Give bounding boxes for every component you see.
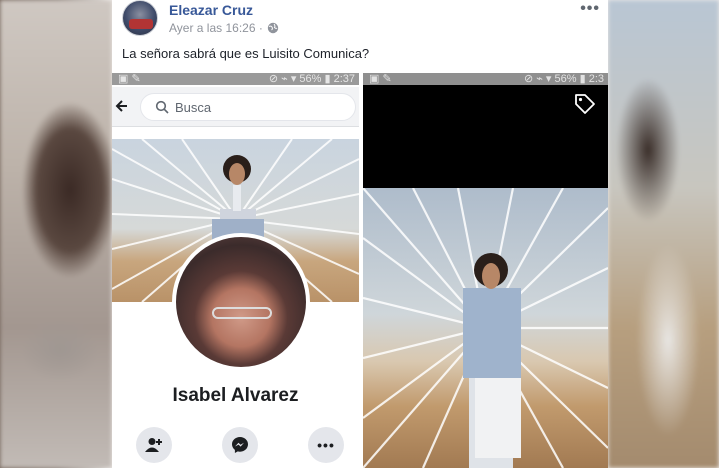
facebook-post: Eleazar Cruz Ayer a las 16:26 · ••• La s… bbox=[112, 0, 608, 468]
tag-icon[interactable] bbox=[574, 93, 596, 115]
message-button[interactable] bbox=[222, 427, 258, 463]
photo-burst-lines bbox=[363, 188, 608, 468]
full-photo[interactable] bbox=[363, 188, 608, 468]
author-name[interactable]: Eleazar Cruz bbox=[169, 2, 253, 18]
messenger-icon bbox=[232, 437, 248, 453]
background-right-blur bbox=[608, 0, 719, 468]
status-left-icons-right: ▣ ✎ bbox=[369, 73, 392, 85]
screenshot-profile[interactable]: ▣ ✎ ⊘ ⌁ ▾ 56% ▮ 2:37 Busca Isabel Alvare… bbox=[112, 73, 359, 468]
profile-name[interactable]: Isabel Alvarez bbox=[112, 385, 359, 407]
more-icon: ••• bbox=[317, 437, 335, 453]
search-placeholder: Busca bbox=[175, 99, 212, 115]
search-bar-row: Busca bbox=[112, 87, 359, 127]
post-header: Eleazar Cruz Ayer a las 16:26 · ••• La s… bbox=[112, 0, 608, 72]
post-text: La señora sabrá que es Luisito Comunica? bbox=[122, 46, 370, 61]
status-left-icons: ▣ ✎ bbox=[118, 73, 141, 85]
profile-picture[interactable] bbox=[172, 233, 310, 371]
status-right-info: ⊘ ⌁ ▾ 56% ▮ 2:37 bbox=[268, 73, 355, 85]
add-friend-button[interactable] bbox=[136, 427, 172, 463]
post-timestamp[interactable]: Ayer a las 16:26 · bbox=[169, 21, 263, 35]
globe-icon bbox=[267, 22, 279, 34]
phone-status-bar: ▣ ✎ ⊘ ⌁ ▾ 56% ▮ 2:37 bbox=[112, 73, 359, 85]
search-input[interactable]: Busca bbox=[140, 93, 356, 121]
search-icon bbox=[155, 100, 169, 114]
post-meta: Ayer a las 16:26 · bbox=[169, 21, 279, 35]
add-friend-icon bbox=[145, 438, 162, 452]
background-left-blur bbox=[0, 0, 112, 468]
post-options-icon[interactable]: ••• bbox=[580, 0, 600, 18]
more-actions-button[interactable]: ••• bbox=[308, 427, 344, 463]
author-avatar[interactable] bbox=[122, 0, 158, 36]
phone-status-bar-right: ▣ ✎ ⊘ ⌁ ▾ 56% ▮ 2:3 bbox=[363, 73, 608, 85]
status-right-info-right: ⊘ ⌁ ▾ 56% ▮ 2:3 bbox=[523, 73, 604, 85]
glasses-detail bbox=[212, 307, 272, 319]
screenshot-photo-viewer[interactable]: ▣ ✎ ⊘ ⌁ ▾ 56% ▮ 2:3 bbox=[363, 73, 608, 468]
back-arrow-icon[interactable] bbox=[114, 93, 130, 119]
